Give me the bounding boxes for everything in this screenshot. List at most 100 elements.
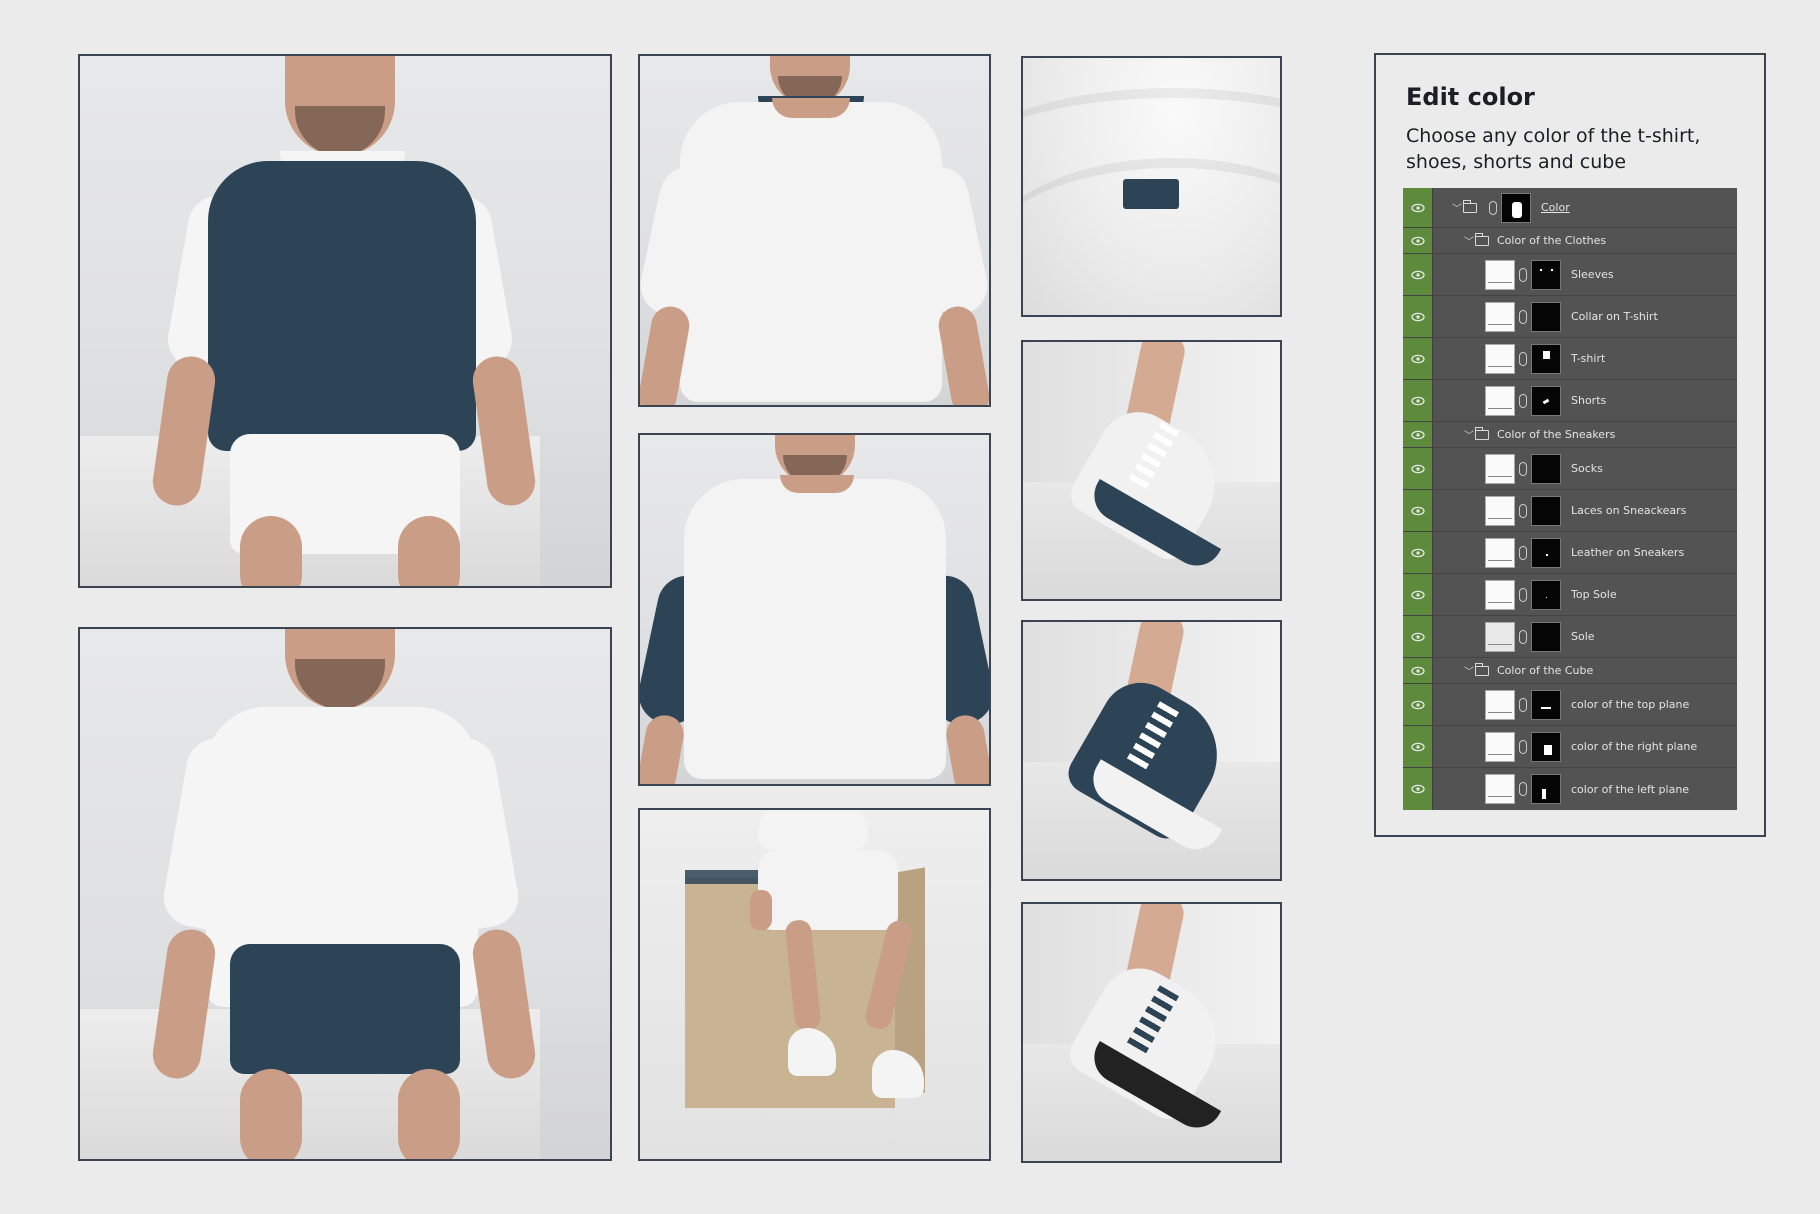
layer-thumbnail xyxy=(1485,495,1515,526)
link-icon xyxy=(1519,739,1527,754)
detail-photo-sneaker-navy-laces xyxy=(1021,902,1282,1163)
visibility-eye-icon[interactable] xyxy=(1403,254,1433,295)
visibility-eye-icon[interactable] xyxy=(1403,684,1433,725)
folder-icon xyxy=(1474,232,1489,246)
link-icon xyxy=(1519,545,1527,560)
mockup-photo-navy-sleeves xyxy=(638,433,991,786)
layer-thumbnail xyxy=(1485,453,1515,484)
chevron-down-icon[interactable]: ﹀ xyxy=(1463,663,1475,678)
visibility-eye-icon[interactable] xyxy=(1403,228,1433,253)
chevron-down-icon[interactable]: ﹀ xyxy=(1451,200,1463,215)
layer-mask-thumbnail xyxy=(1531,453,1561,484)
layer-thumbnail xyxy=(1485,689,1515,720)
layer-row-leather[interactable]: Leather on Sneakers xyxy=(1403,532,1737,574)
layer-mask-thumbnail xyxy=(1531,689,1561,720)
detail-photo-fabric-tag xyxy=(1021,56,1282,317)
layer-thumbnail xyxy=(1485,579,1515,610)
layer-thumbnail xyxy=(1485,774,1515,804)
visibility-eye-icon[interactable] xyxy=(1403,338,1433,379)
layer-label: Sleeves xyxy=(1571,268,1614,281)
link-icon xyxy=(1519,351,1527,366)
layer-label: Sole xyxy=(1571,630,1595,643)
link-icon xyxy=(1519,503,1527,518)
visibility-eye-icon[interactable] xyxy=(1403,188,1433,227)
layers-panel: ﹀ Color ﹀ Color of the Clothes Sleeves C… xyxy=(1403,188,1737,810)
layer-label: Leather on Sneakers xyxy=(1571,546,1685,559)
layer-group-clothes[interactable]: ﹀ Color of the Clothes xyxy=(1403,228,1737,254)
link-icon xyxy=(1519,587,1527,602)
layer-thumbnail xyxy=(1485,731,1515,762)
chevron-down-icon[interactable]: ﹀ xyxy=(1463,233,1475,248)
edit-color-panel: Edit color Choose any color of the t-shi… xyxy=(1374,53,1766,837)
panel-title: Edit color xyxy=(1406,83,1535,111)
link-icon xyxy=(1519,461,1527,476)
layer-label: Color xyxy=(1541,201,1570,214)
folder-icon xyxy=(1474,426,1489,440)
layer-row-right-plane[interactable]: color of the right plane xyxy=(1403,726,1737,768)
layer-row-shorts[interactable]: Shorts xyxy=(1403,380,1737,422)
layer-thumbnail xyxy=(1485,259,1515,290)
layer-mask-thumbnail xyxy=(1531,621,1561,652)
layer-label: T-shirt xyxy=(1571,352,1606,365)
layer-row-top-sole[interactable]: Top Sole xyxy=(1403,574,1737,616)
visibility-eye-icon[interactable] xyxy=(1403,422,1433,447)
layer-mask-thumbnail xyxy=(1531,774,1561,804)
visibility-eye-icon[interactable] xyxy=(1403,574,1433,615)
layer-group-sneakers[interactable]: ﹀ Color of the Sneakers xyxy=(1403,422,1737,448)
visibility-eye-icon[interactable] xyxy=(1403,616,1433,657)
layer-group-cube[interactable]: ﹀ Color of the Cube xyxy=(1403,658,1737,684)
visibility-eye-icon[interactable] xyxy=(1403,768,1433,810)
layer-thumbnail xyxy=(1485,537,1515,568)
detail-photo-sneaker-navy-leather xyxy=(1021,620,1282,881)
layer-mask-thumbnail xyxy=(1531,259,1561,290)
layer-thumbnail xyxy=(1485,343,1515,374)
panel-description: Choose any color of the t-shirt, shoes, … xyxy=(1406,125,1701,173)
mockup-photo-navy-tee xyxy=(78,54,612,588)
layer-row-laces[interactable]: Laces on Sneackears xyxy=(1403,490,1737,532)
layer-row-collar[interactable]: Collar on T-shirt xyxy=(1403,296,1737,338)
layer-mask-thumbnail xyxy=(1531,579,1561,610)
layer-row-color[interactable]: ﹀ Color xyxy=(1403,188,1737,228)
layer-row-tshirt[interactable]: T-shirt xyxy=(1403,338,1737,380)
layer-mask-thumbnail xyxy=(1531,731,1561,762)
folder-icon xyxy=(1474,662,1489,676)
layer-mask-thumbnail xyxy=(1531,343,1561,374)
folder-icon xyxy=(1462,199,1477,213)
layer-mask-thumbnail xyxy=(1531,385,1561,416)
layer-mask-thumbnail xyxy=(1501,192,1531,223)
link-icon xyxy=(1519,393,1527,408)
layer-mask-thumbnail xyxy=(1531,301,1561,332)
layer-label: Color of the Cube xyxy=(1497,664,1594,677)
layer-label: Collar on T-shirt xyxy=(1571,310,1658,323)
visibility-eye-icon[interactable] xyxy=(1403,532,1433,573)
layer-row-sole[interactable]: Sole xyxy=(1403,616,1737,658)
layer-label: color of the left plane xyxy=(1571,782,1690,796)
chevron-down-icon[interactable]: ﹀ xyxy=(1463,427,1475,442)
layer-label: color of the top plane xyxy=(1571,698,1690,711)
layer-label: Color of the Clothes xyxy=(1497,234,1607,247)
layer-row-top-plane[interactable]: color of the top plane xyxy=(1403,684,1737,726)
visibility-eye-icon[interactable] xyxy=(1403,726,1433,767)
layer-label: Top Sole xyxy=(1571,588,1617,601)
visibility-eye-icon[interactable] xyxy=(1403,658,1433,683)
link-icon xyxy=(1519,782,1527,796)
link-icon xyxy=(1519,309,1527,324)
mockup-photo-navy-collar xyxy=(638,54,991,407)
visibility-eye-icon[interactable] xyxy=(1403,490,1433,531)
layer-mask-thumbnail xyxy=(1531,537,1561,568)
mockup-photo-navy-shorts xyxy=(78,627,612,1161)
layer-row-left-plane[interactable]: color of the left plane xyxy=(1403,768,1737,810)
visibility-eye-icon[interactable] xyxy=(1403,448,1433,489)
link-icon xyxy=(1489,200,1497,215)
layer-thumbnail xyxy=(1485,621,1515,652)
visibility-eye-icon[interactable] xyxy=(1403,296,1433,337)
link-icon xyxy=(1519,697,1527,712)
visibility-eye-icon[interactable] xyxy=(1403,380,1433,421)
link-icon xyxy=(1519,629,1527,644)
layer-mask-thumbnail xyxy=(1531,495,1561,526)
layer-label: Laces on Sneackears xyxy=(1571,504,1687,517)
layer-label: Socks xyxy=(1571,462,1603,475)
layer-row-sleeves[interactable]: Sleeves xyxy=(1403,254,1737,296)
layer-thumbnail xyxy=(1485,385,1515,416)
layer-row-socks[interactable]: Socks xyxy=(1403,448,1737,490)
